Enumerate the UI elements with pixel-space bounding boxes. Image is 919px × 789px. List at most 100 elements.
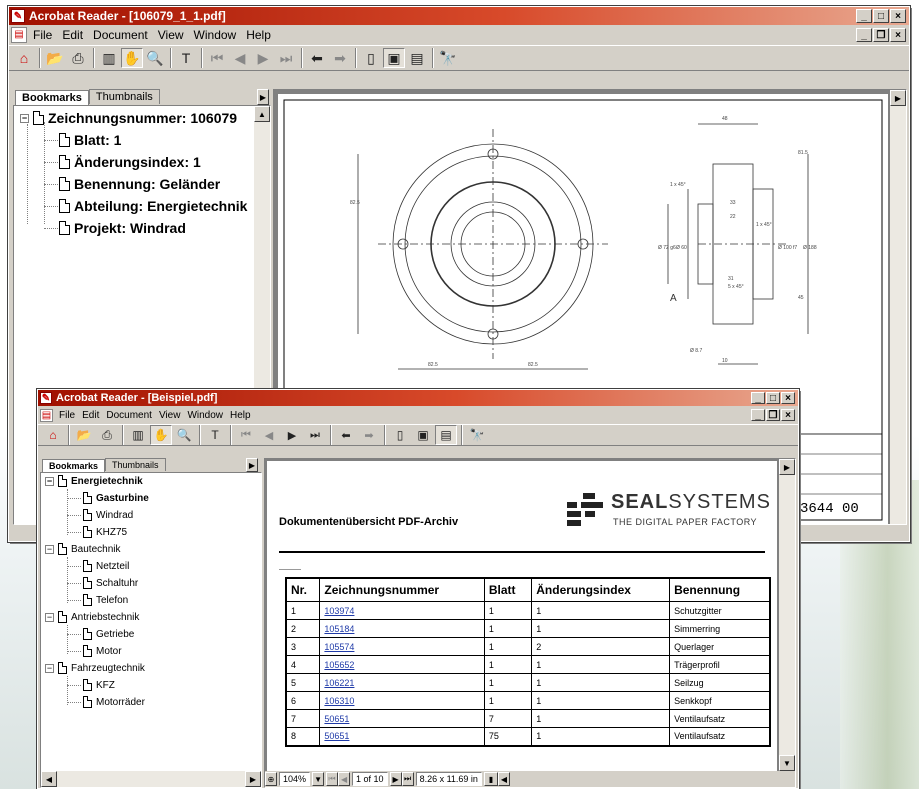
- tree-item[interactable]: Schaltuhr: [67, 577, 138, 589]
- tree-item[interactable]: Motorräder: [67, 696, 145, 708]
- drawing-number-link[interactable]: 103974: [319, 601, 485, 620]
- print-icon[interactable]: ⎙: [96, 425, 118, 445]
- last-page-icon[interactable]: ⏭: [275, 48, 297, 68]
- doc-restore-button[interactable]: ❐: [873, 28, 889, 42]
- document-vertical-scrollbar[interactable]: ▶: [890, 90, 906, 524]
- menu-edit[interactable]: Edit: [62, 28, 83, 42]
- scroll-down-icon[interactable]: ▼: [779, 755, 795, 771]
- menu-document[interactable]: Document: [106, 410, 152, 421]
- menu-document[interactable]: Document: [93, 28, 148, 42]
- show-navigation-pane-icon[interactable]: ▥: [127, 425, 149, 445]
- go-forward-icon[interactable]: ➡: [329, 48, 351, 68]
- open-icon[interactable]: 📂: [44, 48, 66, 68]
- doc-minimize-button[interactable]: _: [751, 409, 765, 421]
- drawing-number-link[interactable]: 106221: [319, 673, 485, 692]
- fit-page-icon[interactable]: ▣: [383, 48, 405, 68]
- tree-item[interactable]: Windrad: [67, 509, 133, 521]
- scroll-right-icon[interactable]: ▶: [890, 90, 906, 106]
- fit-width-icon[interactable]: ▤: [435, 425, 457, 445]
- doc-minimize-button[interactable]: _: [856, 28, 872, 42]
- bookmark-item[interactable]: Abteilung: Energietechnik: [44, 198, 247, 214]
- close-button[interactable]: ×: [890, 9, 906, 23]
- doc-restore-button[interactable]: ❐: [766, 409, 780, 421]
- drawing-link[interactable]: 50651: [324, 731, 349, 741]
- first-page-icon[interactable]: ⏮: [326, 772, 339, 786]
- tree-group[interactable]: − Fahrzeugtechnik: [45, 662, 145, 674]
- actual-size-icon[interactable]: ▯: [360, 48, 382, 68]
- tree-item[interactable]: KHZ75: [67, 526, 127, 538]
- find-icon[interactable]: 🔭: [466, 425, 488, 445]
- fit-page-icon[interactable]: ▣: [412, 425, 434, 445]
- find-icon[interactable]: 🔭: [437, 48, 459, 68]
- split-icon[interactable]: ⊕: [265, 772, 277, 786]
- drawing-number-link[interactable]: 50651: [319, 709, 485, 728]
- collapse-icon[interactable]: −: [45, 544, 54, 554]
- drawing-number-link[interactable]: 50651: [319, 727, 485, 746]
- drawing-link[interactable]: 106310: [324, 696, 354, 706]
- tab-bookmarks[interactable]: Bookmarks: [42, 459, 106, 472]
- go-forward-icon[interactable]: ➡: [358, 425, 380, 445]
- tree-item[interactable]: Getriebe: [67, 628, 134, 640]
- title-bar[interactable]: ✎ Acrobat Reader - [106079_1_1.pdf] _ □ …: [9, 7, 909, 25]
- scroll-right-icon[interactable]: ▶: [779, 459, 795, 475]
- text-select-icon[interactable]: T: [204, 425, 226, 445]
- menu-edit[interactable]: Edit: [82, 410, 99, 421]
- next-page-icon[interactable]: ▶: [389, 772, 402, 786]
- collapse-icon[interactable]: −: [45, 476, 54, 486]
- zoom-dropdown-icon[interactable]: ▼: [312, 772, 325, 786]
- hand-tool-icon[interactable]: ✋: [150, 425, 172, 445]
- doc-close-button[interactable]: ×: [781, 409, 795, 421]
- tree-item[interactable]: Telefon: [67, 594, 128, 606]
- maximize-button[interactable]: □: [766, 392, 780, 404]
- tab-bookmarks[interactable]: Bookmarks: [15, 90, 89, 105]
- bookmark-item[interactable]: Benennung: Geländer: [44, 176, 220, 192]
- menu-view[interactable]: View: [159, 410, 181, 421]
- first-page-icon[interactable]: ⏮: [235, 425, 257, 445]
- open-icon[interactable]: 📂: [73, 425, 95, 445]
- bookmark-root[interactable]: − Zeichnungsnummer: 106079: [20, 110, 237, 126]
- drawing-link[interactable]: 50651: [324, 714, 349, 724]
- bookmark-item[interactable]: Änderungsindex: 1: [44, 154, 201, 170]
- title-bar[interactable]: ✎ Acrobat Reader - [Beispiel.pdf] _ □ ×: [38, 390, 798, 406]
- go-back-icon[interactable]: ⬅: [335, 425, 357, 445]
- page-layout-icon[interactable]: ▮: [483, 772, 498, 786]
- previous-page-icon[interactable]: ◀: [338, 772, 351, 786]
- collapse-icon[interactable]: −: [45, 612, 54, 622]
- menu-help[interactable]: Help: [230, 410, 251, 421]
- acrobat-logo-icon[interactable]: ⌂: [42, 425, 64, 445]
- menu-view[interactable]: View: [158, 28, 184, 42]
- drawing-link[interactable]: 103974: [324, 606, 354, 616]
- close-button[interactable]: ×: [781, 392, 795, 404]
- document-icon[interactable]: ▤: [40, 408, 53, 422]
- minimize-button[interactable]: _: [856, 9, 872, 23]
- drawing-link[interactable]: 105184: [324, 624, 354, 634]
- print-icon[interactable]: ⎙: [67, 48, 89, 68]
- zoom-level[interactable]: 104%: [279, 772, 311, 786]
- last-page-icon[interactable]: ⏭: [401, 772, 414, 786]
- tree-group[interactable]: − Antriebstechnik: [45, 611, 139, 623]
- acrobat-logo-icon[interactable]: ⌂: [13, 48, 35, 68]
- bookmark-item[interactable]: Projekt: Windrad: [44, 220, 186, 236]
- document-vertical-scrollbar[interactable]: ▶ ▼: [779, 459, 795, 771]
- fit-width-icon[interactable]: ▤: [406, 48, 428, 68]
- last-page-icon[interactable]: ⏭: [304, 425, 326, 445]
- tree-item[interactable]: Netzteil: [67, 560, 129, 572]
- collapse-icon[interactable]: −: [45, 663, 54, 673]
- tab-thumbnails[interactable]: Thumbnails: [88, 89, 160, 104]
- page-indicator[interactable]: 1 of 10: [352, 772, 388, 786]
- maximize-button[interactable]: □: [873, 9, 889, 23]
- drawing-number-link[interactable]: 105184: [319, 619, 485, 638]
- pane-menu-arrow-icon[interactable]: ▶: [246, 458, 258, 472]
- drawing-number-link[interactable]: 105652: [319, 655, 485, 674]
- menu-window[interactable]: Window: [187, 410, 223, 421]
- show-navigation-pane-icon[interactable]: ▥: [98, 48, 120, 68]
- bookmark-horizontal-scrollbar[interactable]: ◀ ▶: [41, 771, 261, 787]
- drawing-number-link[interactable]: 106310: [319, 691, 485, 710]
- actual-size-icon[interactable]: ▯: [389, 425, 411, 445]
- minimize-button[interactable]: _: [751, 392, 765, 404]
- menu-file[interactable]: File: [59, 410, 75, 421]
- zoom-tool-icon[interactable]: 🔍: [144, 48, 166, 68]
- drawing-link[interactable]: 106221: [324, 678, 354, 688]
- previous-page-icon[interactable]: ◀: [229, 48, 251, 68]
- bookmark-item[interactable]: Blatt: 1: [44, 132, 121, 148]
